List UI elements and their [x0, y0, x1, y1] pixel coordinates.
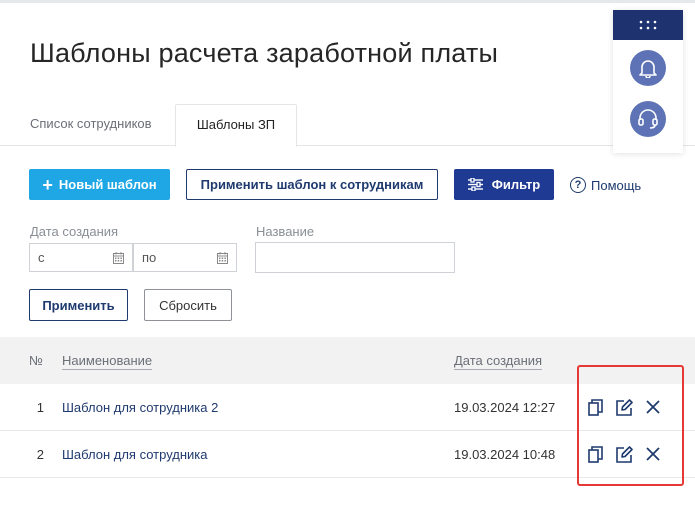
tab-bar: Список сотрудников Шаблоны ЗП — [0, 104, 695, 147]
help-link[interactable]: ? Помощь — [570, 177, 641, 193]
sliders-icon — [467, 178, 483, 191]
top-border — [0, 0, 695, 3]
reset-button[interactable]: Сбросить — [144, 289, 232, 321]
row-number: 1 — [36, 400, 44, 415]
apply-button[interactable]: Применить — [29, 289, 128, 321]
date-to-placeholder: по — [142, 250, 157, 265]
grid-dots-icon — [639, 20, 657, 30]
close-icon[interactable] — [644, 398, 662, 416]
date-created-label: Дата создания — [30, 224, 119, 239]
calendar-icon[interactable] — [113, 252, 124, 264]
apply-template-to-employees-button[interactable]: Применить шаблон к сотрудникам — [186, 169, 438, 200]
row-date: 19.03.2024 10:48 — [454, 447, 556, 462]
column-header-name[interactable]: Наименование — [62, 353, 153, 370]
row-actions — [586, 398, 673, 416]
table-header: № Наименование Дата создания — [0, 337, 695, 384]
bell-icon — [639, 60, 657, 78]
notifications-button[interactable] — [630, 50, 666, 86]
date-from-input[interactable]: с — [29, 243, 133, 272]
edit-icon[interactable] — [615, 398, 633, 416]
date-to-input[interactable]: по — [133, 243, 237, 272]
new-template-button[interactable]: + Новый шаблон — [29, 169, 170, 200]
new-template-label: Новый шаблон — [58, 177, 157, 192]
row-actions — [586, 445, 673, 463]
tab-employees-list[interactable]: Список сотрудников — [30, 104, 152, 146]
headset-icon — [638, 109, 658, 129]
template-name-link[interactable]: Шаблон для сотрудника — [62, 447, 208, 462]
row-number: 2 — [36, 447, 44, 462]
copy-icon[interactable] — [586, 398, 604, 416]
apps-menu-button[interactable] — [613, 10, 683, 40]
copy-icon[interactable] — [586, 445, 604, 463]
table-row: 1 Шаблон для сотрудника 2 19.03.2024 12:… — [0, 384, 695, 431]
calendar-icon[interactable] — [217, 252, 228, 264]
support-button[interactable] — [630, 101, 666, 137]
column-header-date[interactable]: Дата создания — [454, 353, 543, 370]
row-date: 19.03.2024 12:27 — [454, 400, 556, 415]
help-icon: ? — [570, 177, 586, 193]
filter-button[interactable]: Фильтр — [454, 169, 554, 200]
date-from-placeholder: с — [38, 250, 45, 265]
plus-icon: + — [42, 174, 53, 195]
name-label: Название — [256, 224, 315, 239]
help-label: Помощь — [591, 177, 642, 193]
tab-salary-templates[interactable]: Шаблоны ЗП — [175, 104, 297, 147]
close-icon[interactable] — [644, 445, 662, 463]
template-name-link[interactable]: Шаблон для сотрудника 2 — [62, 400, 218, 415]
page-title: Шаблоны расчета заработной платы — [30, 38, 499, 68]
side-panel — [613, 10, 683, 153]
name-input[interactable] — [255, 242, 455, 273]
filter-label: Фильтр — [491, 177, 541, 192]
column-header-num: № — [29, 353, 43, 368]
edit-icon[interactable] — [615, 445, 633, 463]
table-row: 2 Шаблон для сотрудника 19.03.2024 10:48 — [0, 431, 695, 478]
